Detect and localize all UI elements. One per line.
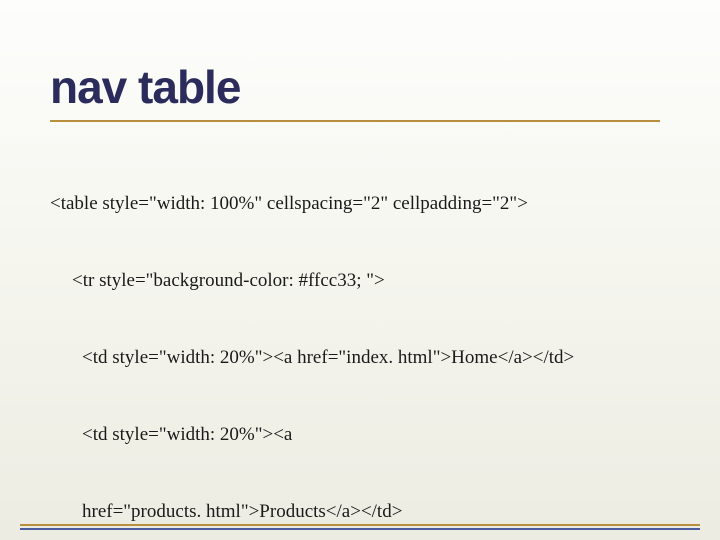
code-line: <tr style="background-color: #ffcc33; "> [50,268,660,294]
slide-title: nav table [50,60,670,114]
code-line: href="products. html">Products</a></td> [50,499,660,525]
code-line: <td style="width: 20%"><a href="index. h… [50,345,660,371]
code-block: <table style="width: 100%" cellspacing="… [50,140,660,540]
code-line: <td style="width: 20%"><a [50,422,660,448]
slide: nav table <table style="width: 100%" cel… [0,0,720,540]
code-line: <table style="width: 100%" cellspacing="… [50,191,660,217]
footer-decoration [20,524,700,526]
title-underline [50,120,660,122]
